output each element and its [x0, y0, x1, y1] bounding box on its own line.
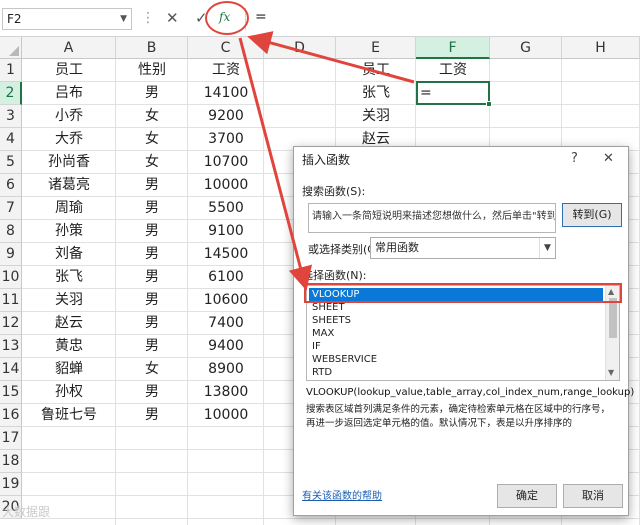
watermark-text: 大数据跟	[2, 505, 51, 519]
annotation-arrows	[238, 31, 415, 291]
arrow-to-fx-button	[247, 31, 415, 84]
arrow-to-vlookup	[238, 37, 313, 291]
